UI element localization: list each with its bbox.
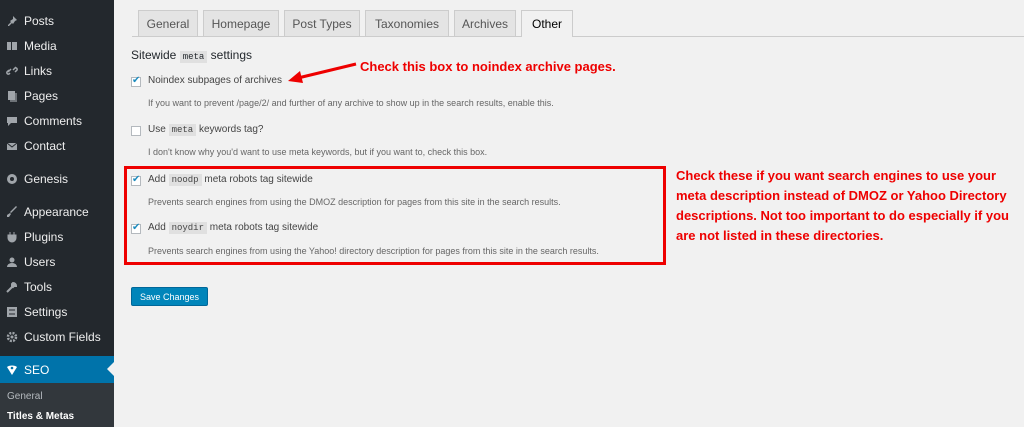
- sidebar-item-label: Genesis: [24, 171, 69, 186]
- submenu-item-titles-metas[interactable]: Titles & Metas: [7, 411, 74, 422]
- sidebar-item-label: Pages: [24, 88, 59, 103]
- media-icon: [6, 40, 18, 52]
- sidebar-item-label: Comments: [24, 113, 83, 128]
- label-code: meta: [168, 124, 197, 136]
- sidebar-item-label: Users: [24, 254, 56, 269]
- comment-icon: [6, 115, 18, 127]
- sidebar-item-tools[interactable]: Tools: [0, 274, 114, 299]
- brush-icon: [6, 205, 18, 218]
- genesis-icon: [6, 173, 18, 185]
- sidebar-item-genesis[interactable]: Genesis: [0, 166, 114, 191]
- sidebar-item-contact[interactable]: Contact: [0, 133, 114, 158]
- sidebar-item-comments[interactable]: Comments: [0, 108, 114, 133]
- noindex-checkbox[interactable]: [131, 75, 141, 87]
- wrench-icon: [6, 281, 18, 293]
- annotation-note-noindex: Check this box to noindex archive pages.: [360, 59, 616, 74]
- tab-homepage[interactable]: Homepage: [203, 10, 279, 36]
- gear-icon: [6, 331, 18, 343]
- section-heading: Sitewide meta settings: [131, 48, 253, 63]
- seo-icon: [6, 364, 18, 376]
- sidebar-item-pages[interactable]: Pages: [0, 83, 114, 108]
- tab-post-types[interactable]: Post Types: [284, 10, 360, 36]
- heading-text: settings: [210, 48, 253, 62]
- pages-icon: [6, 90, 18, 102]
- meta-keywords-label: Use meta keywords tag?: [148, 124, 264, 136]
- tab-general[interactable]: General: [138, 10, 198, 36]
- settings-icon: [6, 306, 18, 318]
- tab-bar-divider: [132, 36, 1024, 37]
- sidebar-item-custom-fields[interactable]: Custom Fields: [0, 324, 114, 349]
- mail-icon: [6, 140, 18, 152]
- sidebar-item-label: Links: [24, 63, 53, 78]
- sidebar-item-label: Plugins: [24, 229, 64, 244]
- annotation-arrow: [288, 62, 357, 83]
- tab-taxonomies[interactable]: Taxonomies: [365, 10, 449, 36]
- sidebar-item-posts[interactable]: Posts: [0, 8, 114, 33]
- sidebar-item-label: Posts: [24, 13, 55, 28]
- sidebar-item-appearance[interactable]: Appearance: [0, 199, 114, 224]
- pin-icon: [6, 15, 18, 27]
- meta-keywords-checkbox[interactable]: [131, 126, 141, 136]
- sidebar-item-label: Media: [24, 38, 57, 53]
- sidebar-item-plugins[interactable]: Plugins: [0, 224, 114, 249]
- tab-archives[interactable]: Archives: [454, 10, 516, 36]
- meta-keywords-description: I don't know why you'd want to use meta …: [148, 147, 488, 157]
- sidebar-item-label: Settings: [24, 304, 68, 319]
- sidebar-item-seo[interactable]: SEO: [0, 356, 114, 383]
- sidebar-item-label: Contact: [24, 138, 66, 153]
- submenu-item-general[interactable]: General: [7, 391, 43, 402]
- label-text: Use: [148, 124, 166, 135]
- heading-text: Sitewide: [131, 48, 177, 62]
- annotation-highlight-box: [124, 166, 666, 265]
- sidebar-item-label: SEO: [24, 362, 50, 377]
- tab-other[interactable]: Other: [521, 10, 573, 37]
- users-icon: [6, 256, 18, 268]
- heading-code: meta: [179, 51, 208, 63]
- admin-sidebar: Posts Media Links Pages Comments Contact: [0, 0, 114, 427]
- label-text: keywords tag?: [198, 124, 264, 135]
- plug-icon: [6, 231, 18, 243]
- sidebar-item-settings[interactable]: Settings: [0, 299, 114, 324]
- sidebar-item-label: Appearance: [24, 204, 89, 219]
- sidebar-item-links[interactable]: Links: [0, 58, 114, 83]
- sidebar-item-users[interactable]: Users: [0, 249, 114, 274]
- save-changes-button[interactable]: Save Changes: [131, 287, 208, 306]
- sidebar-item-media[interactable]: Media: [0, 33, 114, 58]
- annotation-note-directories: Check these if you want search engines t…: [676, 168, 1009, 243]
- noindex-description: If you want to prevent /page/2/ and furt…: [148, 98, 554, 108]
- noindex-label: Noindex subpages of archives: [148, 75, 282, 86]
- sidebar-item-label: Custom Fields: [24, 329, 101, 344]
- seo-submenu: General Titles & Metas: [0, 383, 114, 427]
- link-icon: [6, 65, 18, 77]
- sidebar-item-label: Tools: [24, 279, 53, 294]
